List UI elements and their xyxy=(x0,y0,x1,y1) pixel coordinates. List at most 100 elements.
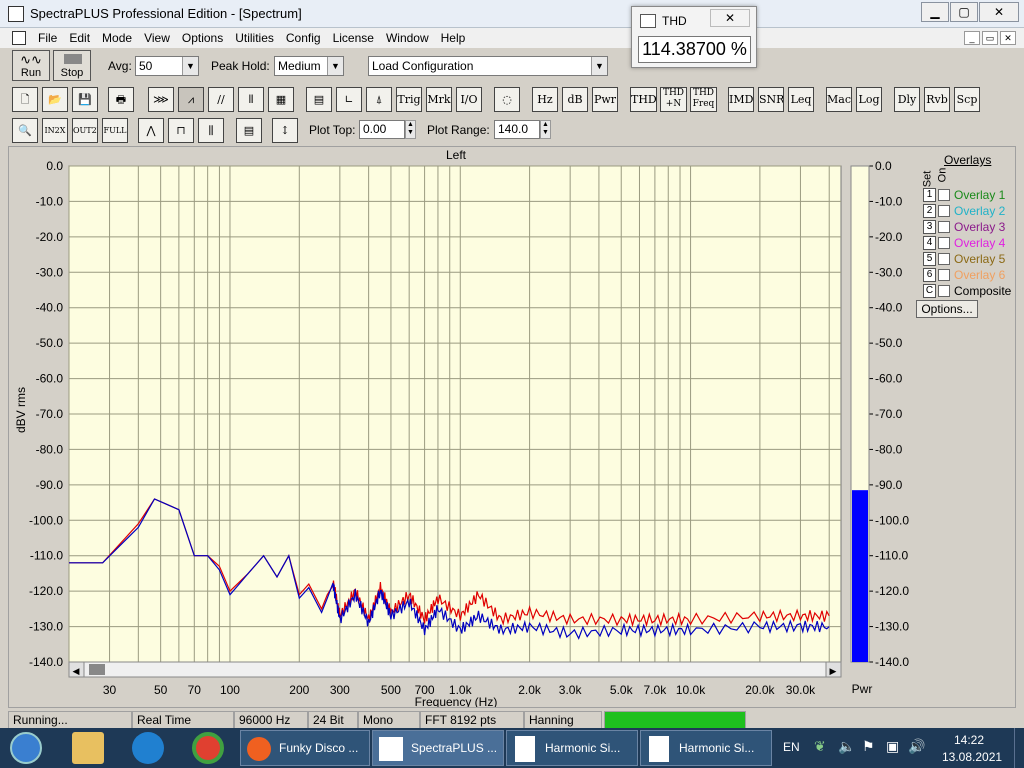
clock-date[interactable]: 13.08.2021 xyxy=(942,750,1002,764)
flag-icon[interactable]: ⚑ xyxy=(862,738,875,755)
mdi-minimize-button[interactable]: _ xyxy=(964,31,980,45)
overlay-set-button[interactable]: 1 xyxy=(923,188,936,202)
spin-arrows-icon[interactable]: ▲ ▼ xyxy=(405,120,416,139)
stop-button[interactable]: Stop xyxy=(53,50,91,81)
scp-button[interactable]: Scp xyxy=(954,87,980,112)
thd-close-button[interactable]: ✕ xyxy=(710,9,750,27)
line-graph-icon[interactable]: ⋀ xyxy=(138,118,164,143)
overlay-checkbox[interactable] xyxy=(938,269,950,281)
zoom-in-2x-icon[interactable]: IN2X xyxy=(42,118,68,143)
overlay-checkbox[interactable] xyxy=(938,237,950,249)
thd-freq-button[interactable]: THD Freq xyxy=(690,87,717,112)
table-icon[interactable]: ▤ xyxy=(236,118,262,143)
menu-license[interactable]: License xyxy=(327,31,380,45)
overlay-checkbox[interactable] xyxy=(938,221,950,233)
menu-utilities[interactable]: Utilities xyxy=(229,31,280,45)
overlay-options-button[interactable]: Options... xyxy=(916,300,978,318)
menu-window[interactable]: Window xyxy=(380,31,435,45)
thd-n-button[interactable]: THD +N xyxy=(660,87,687,112)
vertical-scale-icon[interactable]: ↕ xyxy=(272,118,298,143)
menu-options[interactable]: Options xyxy=(176,31,229,45)
menu-edit[interactable]: Edit xyxy=(63,31,96,45)
rvb-button[interactable]: Rvb xyxy=(924,87,950,112)
overlay-row[interactable]: 4 Overlay 4 xyxy=(923,235,1005,251)
mac-button[interactable]: Mac xyxy=(826,87,852,112)
avg-select[interactable]: 50 ▼ xyxy=(135,56,199,76)
overlay-row[interactable]: 1 Overlay 1 xyxy=(923,187,1005,203)
overlay-checkbox[interactable] xyxy=(938,205,950,217)
load-config-select[interactable]: Load Configuration ▼ xyxy=(368,56,608,76)
taskbar-app-harmonic-2[interactable]: Harmonic Si... xyxy=(640,730,772,766)
clock-time[interactable]: 14:22 xyxy=(954,733,984,747)
signal-generator-icon[interactable]: ⍋ xyxy=(366,87,392,112)
taskbar-app-spectraplus[interactable]: SpectraPLUS ... xyxy=(372,730,504,766)
zoom-icon[interactable]: 🔍 xyxy=(12,118,38,143)
scroll-thumb[interactable] xyxy=(89,664,105,675)
overlay-set-button[interactable]: 6 xyxy=(923,268,936,282)
show-desktop-button[interactable] xyxy=(1014,728,1024,768)
hz-button[interactable]: Hz xyxy=(532,87,558,112)
edge-icon[interactable] xyxy=(132,732,164,764)
overlay-set-button[interactable]: 5 xyxy=(923,252,936,266)
close-button[interactable]: ✕ xyxy=(979,2,1019,22)
spectrogram-icon[interactable]: ▦ xyxy=(268,87,294,112)
sine-icon[interactable]: ◌ xyxy=(494,87,520,112)
octave-bar-icon[interactable]: ⫼ xyxy=(198,118,224,143)
fast-forward-icon[interactable]: ⋙ xyxy=(148,87,174,112)
overlay-checkbox[interactable] xyxy=(938,285,950,297)
menu-config[interactable]: Config xyxy=(280,31,327,45)
thd-button[interactable]: THD xyxy=(630,87,657,112)
maximize-button[interactable]: ▢ xyxy=(950,2,978,22)
language-indicator[interactable]: EN xyxy=(783,740,800,754)
tray-app-icon[interactable]: ❦ xyxy=(814,738,826,755)
chrome-icon[interactable] xyxy=(192,732,224,764)
network-icon[interactable]: ▣ xyxy=(886,738,899,755)
overlay-row[interactable]: 5 Overlay 5 xyxy=(923,251,1005,267)
pwr-button[interactable]: Pwr xyxy=(592,87,618,112)
overlay-row[interactable]: C Composite xyxy=(923,283,1011,299)
overlay-checkbox[interactable] xyxy=(938,189,950,201)
overlay-set-button[interactable]: C xyxy=(923,284,936,298)
menu-mode[interactable]: Mode xyxy=(96,31,138,45)
mrk-button[interactable]: Mrk xyxy=(426,87,452,112)
menu-file[interactable]: File xyxy=(32,31,63,45)
start-button[interactable] xyxy=(10,732,42,764)
plot-top-input[interactable]: 0.00 ▲ ▼ xyxy=(359,120,416,139)
overlay-row[interactable]: 6 Overlay 6 xyxy=(923,267,1005,283)
horizontal-scrollbar[interactable] xyxy=(68,661,842,678)
taskbar-app-firefox[interactable]: Funky Disco ... xyxy=(240,730,370,766)
zoom-out-full-icon[interactable]: FULL xyxy=(102,118,128,143)
peak-hold-select[interactable]: Medium ▼ xyxy=(274,56,344,76)
run-button[interactable]: ∿∿ Run xyxy=(12,50,50,81)
overlay-set-button[interactable]: 3 xyxy=(923,220,936,234)
spin-arrows-icon[interactable]: ▲ ▼ xyxy=(540,120,551,139)
overlay-row[interactable]: 2 Overlay 2 xyxy=(923,203,1005,219)
phase-icon[interactable]: ⦀ xyxy=(238,87,264,112)
imd-button[interactable]: IMD xyxy=(728,87,754,112)
trig-button[interactable]: Trig xyxy=(396,87,422,112)
snr-button[interactable]: SNR xyxy=(758,87,784,112)
time-series-icon[interactable]: ∕∕ xyxy=(208,87,234,112)
mdi-restore-button[interactable]: ▭ xyxy=(982,31,998,45)
speaker-icon[interactable]: 🔊 xyxy=(908,738,925,755)
print-icon[interactable]: 🖶 xyxy=(108,87,134,112)
minimize-button[interactable]: ▁ xyxy=(921,2,949,22)
spectrum-view-icon[interactable]: ⩘ xyxy=(178,87,204,112)
taskbar-app-harmonic-1[interactable]: Harmonic Si... xyxy=(506,730,638,766)
spectrum-chart[interactable]: 0.0 0.0 -10.0 -10.0 -20.0 -20.0 -30.0 -30.0 -40.… xyxy=(9,147,1015,707)
leq-button[interactable]: Leq xyxy=(788,87,814,112)
plot-range-input[interactable]: 140.0 ▲ ▼ xyxy=(494,120,551,139)
overlay-set-button[interactable]: 2 xyxy=(923,204,936,218)
file-explorer-icon[interactable] xyxy=(72,732,104,764)
dly-button[interactable]: Dly xyxy=(894,87,920,112)
db-button[interactable]: dB xyxy=(562,87,588,112)
new-file-icon[interactable]: 🗋 xyxy=(12,87,38,112)
thd-window[interactable]: THD ✕ 114.38700 % xyxy=(631,6,757,68)
zoom-out-2x-icon[interactable]: OUT2X xyxy=(72,118,98,143)
axis-icon[interactable]: ∟ xyxy=(336,87,362,112)
display-settings-icon[interactable]: ▤ xyxy=(306,87,332,112)
open-folder-icon[interactable]: 📂 xyxy=(42,87,68,112)
bar-graph-icon[interactable]: ⊓ xyxy=(168,118,194,143)
log-button[interactable]: Log xyxy=(856,87,882,112)
overlay-checkbox[interactable] xyxy=(938,253,950,265)
